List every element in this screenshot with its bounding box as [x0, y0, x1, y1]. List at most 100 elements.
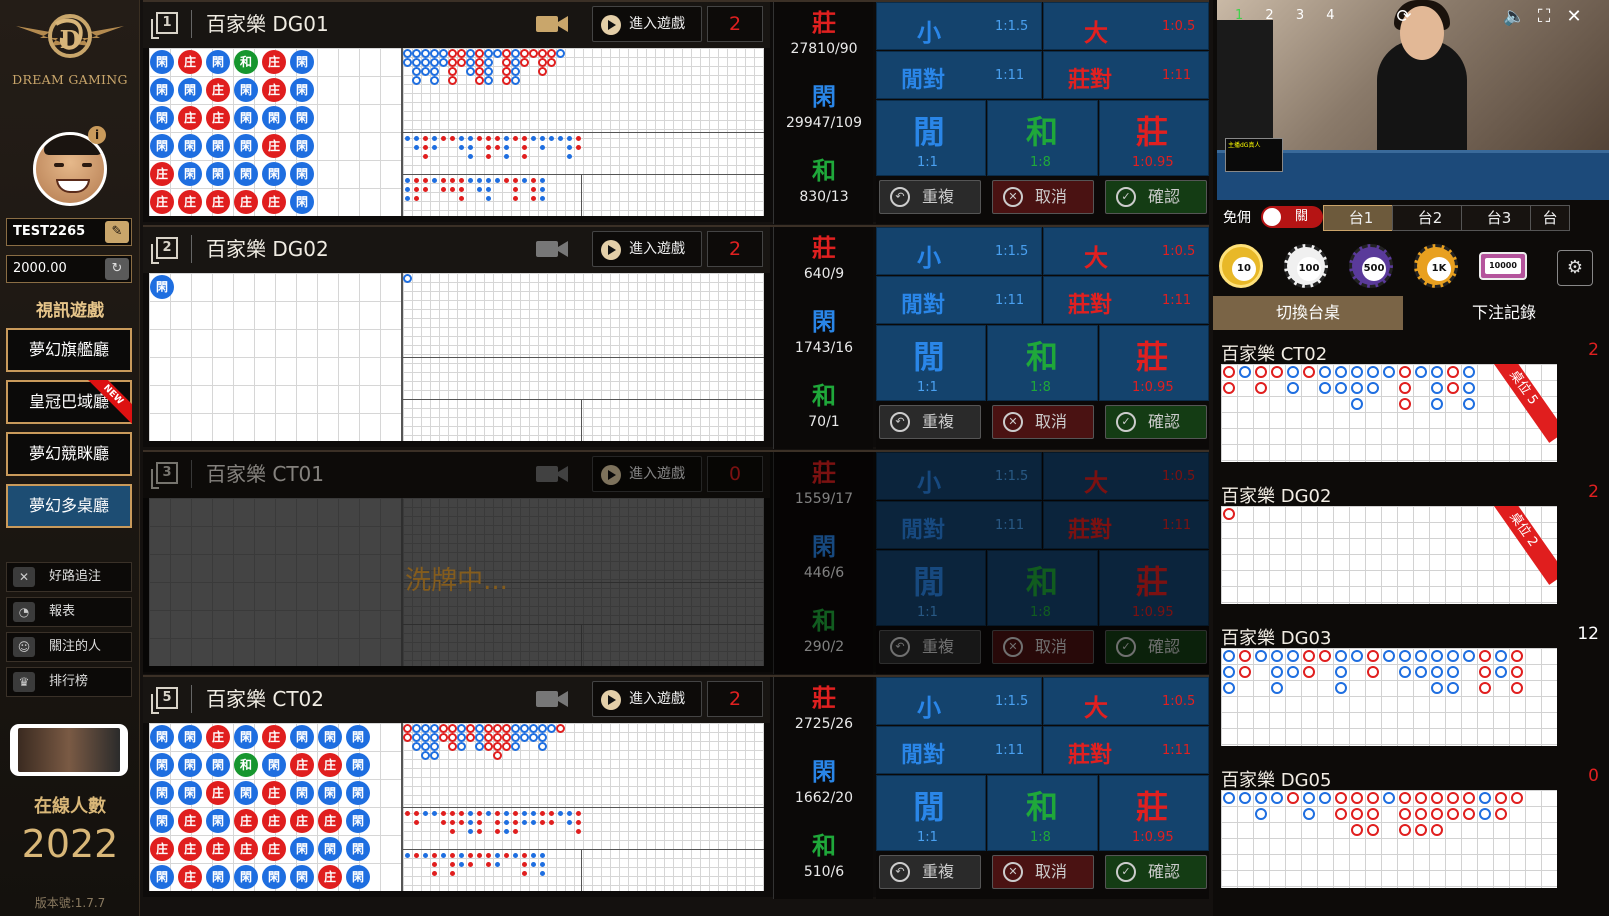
fullscreen-icon[interactable]: ⛶ — [1533, 6, 1555, 28]
table-card-4[interactable]: 百家樂 DG05 0 — [1217, 766, 1609, 894]
bet-player-pair[interactable]: 閒對 1:11 — [876, 726, 1042, 774]
bet-player[interactable]: 閒 1:1 — [876, 775, 986, 851]
confirm-button[interactable]: ✓ 確認 — [1105, 180, 1207, 214]
hall-button-1[interactable]: 夢幻旗艦廳 — [6, 328, 132, 372]
menu-item-3[interactable]: ☺ 關注的人 — [6, 632, 132, 662]
bet-small[interactable]: 小 1:1.5 — [876, 2, 1042, 50]
video-tab-4[interactable]: 4 — [1326, 8, 1334, 23]
table-card-2[interactable]: 百家樂 DG02 2 桌位 2 — [1217, 482, 1609, 610]
bet-player[interactable]: 閒 1:1 — [876, 100, 986, 176]
small-road-mark — [522, 145, 527, 150]
edit-pencil-icon[interactable]: ✎ — [105, 221, 129, 243]
video-tabs[interactable]: 1 2 3 4 — [1235, 8, 1353, 23]
enter-game-button[interactable]: 進入遊戲 — [592, 681, 702, 717]
rotate-icon[interactable]: ⟳ — [1393, 6, 1415, 28]
small-road-mark — [522, 136, 527, 141]
cancel-button[interactable]: ✕ 取消 — [992, 855, 1094, 889]
bet-banker[interactable]: 莊 1:0.95 — [1099, 100, 1209, 176]
commission-toggle[interactable]: 關 — [1261, 206, 1323, 228]
hall-button-3[interactable]: 夢幻競眯廳 — [6, 432, 132, 476]
chip-100[interactable]: 100 — [1284, 244, 1328, 288]
chip-1K[interactable]: 1K — [1414, 244, 1458, 288]
bet-banker-pair[interactable]: 莊對 1:11 — [1043, 276, 1209, 324]
bet-player-pair[interactable]: 閒對 1:11 — [876, 501, 1042, 549]
hall-button-2[interactable]: 皇冠巴域廳 NEW — [6, 380, 132, 424]
bet-player-pair[interactable]: 閒對 1:11 — [876, 51, 1042, 99]
bet-player[interactable]: 閒 1:1 — [876, 325, 986, 401]
bet-big[interactable]: 大 1:0.5 — [1043, 2, 1209, 50]
bead: 閑 — [318, 781, 342, 805]
bet-tie[interactable]: 和 1:8 — [987, 550, 1098, 626]
bet-banker[interactable]: 莊 1:0.95 — [1099, 550, 1209, 626]
table-row-2: 2 百家樂 DG02 進入遊戲 2 閑莊 640/9 閑 1743/16 和 70/1 小 1:1.5… — [143, 225, 1209, 449]
bet-tie[interactable]: 和 1:8 — [987, 100, 1098, 176]
bet-banker-pair[interactable]: 莊對 1:11 — [1043, 501, 1209, 549]
stat-banker-value: 2725/26 — [794, 716, 854, 732]
card-road-mark — [1431, 808, 1443, 820]
chip-settings-icon[interactable]: ⚙ — [1557, 250, 1593, 286]
confirm-button[interactable]: ✓ 確認 — [1105, 630, 1207, 664]
confirm-button[interactable]: ✓ 確認 — [1105, 855, 1207, 889]
bet-small[interactable]: 小 1:1.5 — [876, 227, 1042, 275]
table-tab-1[interactable]: 台1 — [1323, 205, 1399, 231]
bet-tie[interactable]: 和 1:8 — [987, 325, 1098, 401]
menu-item-1[interactable]: ✕ 好路追注 — [6, 562, 132, 592]
repeat-button[interactable]: ↶ 重複 — [879, 180, 981, 214]
close-icon[interactable]: ✕ — [1563, 6, 1585, 28]
table-card-1[interactable]: 百家樂 CT02 2 桌位 5 — [1217, 340, 1609, 468]
video-tab-1[interactable]: 1 — [1235, 8, 1243, 23]
repeat-button[interactable]: ↶ 重複 — [879, 405, 981, 439]
table-tab-3[interactable]: 台3 — [1461, 205, 1537, 231]
live-video[interactable]: 主播dG真人 1 2 3 4 ⟳ 🔈 ⛶ ✕ — [1217, 0, 1609, 200]
bet-banker[interactable]: 莊 1:0.95 — [1099, 325, 1209, 401]
cockroach-mark — [513, 853, 518, 858]
chip-value: 500 — [1362, 257, 1386, 281]
cancel-button[interactable]: ✕ 取消 — [992, 405, 1094, 439]
info-icon[interactable]: i — [88, 126, 106, 144]
hall-button-4[interactable]: 夢幻多桌廳 — [6, 484, 132, 528]
bet-player[interactable]: 閒 1:1 — [876, 550, 986, 626]
switch-table-tab[interactable]: 切換台桌 — [1213, 296, 1403, 330]
camera-icon[interactable] — [535, 464, 569, 484]
bet-banker-pair[interactable]: 莊對 1:11 — [1043, 51, 1209, 99]
bet-banker[interactable]: 莊 1:0.95 — [1099, 775, 1209, 851]
enter-game-button[interactable]: 進入遊戲 — [592, 231, 702, 267]
cockroach-mark — [504, 178, 509, 183]
cancel-button[interactable]: ✕ 取消 — [992, 180, 1094, 214]
small-road-mark — [522, 811, 527, 816]
bet-small[interactable]: 小 1:1.5 — [876, 677, 1042, 725]
camera-icon[interactable] — [535, 14, 569, 34]
table-tab-4[interactable]: 台 — [1530, 205, 1570, 231]
bet-banker-pair[interactable]: 莊對 1:11 — [1043, 726, 1209, 774]
bet-tie[interactable]: 和 1:8 — [987, 775, 1098, 851]
chip-10[interactable]: 10 — [1219, 244, 1263, 288]
enter-game-button[interactable]: 進入遊戲 — [592, 6, 702, 42]
bet-player-pair[interactable]: 閒對 1:11 — [876, 276, 1042, 324]
camera-icon[interactable] — [535, 239, 569, 259]
refresh-icon[interactable]: ↻ — [105, 258, 129, 280]
table-tab-2[interactable]: 台2 — [1392, 205, 1468, 231]
chip-500[interactable]: 500 — [1349, 244, 1393, 288]
menu-item-2[interactable]: ◔ 報表 — [6, 597, 132, 627]
volume-icon[interactable]: 🔈 — [1503, 6, 1525, 28]
bet-big[interactable]: 大 1:0.5 — [1043, 227, 1209, 275]
video-tab-3[interactable]: 3 — [1296, 8, 1304, 23]
dream-gaming-logo: D DREAM GAMING — [4, 8, 136, 94]
bet-small[interactable]: 小 1:1.5 — [876, 452, 1042, 500]
confirm-button[interactable]: ✓ 確認 — [1105, 405, 1207, 439]
chip-10000[interactable]: 10000 — [1479, 252, 1527, 280]
menu-item-4[interactable]: ♛ 排行榜 — [6, 667, 132, 697]
camera-icon[interactable] — [535, 689, 569, 709]
bet-big[interactable]: 大 1:0.5 — [1043, 452, 1209, 500]
repeat-button[interactable]: ↶ 重複 — [879, 630, 981, 664]
shuffle-status: 洗牌中... — [405, 566, 508, 596]
bet-big[interactable]: 大 1:0.5 — [1043, 677, 1209, 725]
table-card-3[interactable]: 百家樂 DG03 12 — [1217, 624, 1609, 752]
mobile-app-promo[interactable] — [10, 724, 128, 776]
bet-banker-pair-odds: 1:11 — [1162, 293, 1192, 308]
video-tab-2[interactable]: 2 — [1265, 8, 1273, 23]
bet-history-tab[interactable]: 下注記錄 — [1409, 296, 1599, 330]
repeat-button[interactable]: ↶ 重複 — [879, 855, 981, 889]
enter-game-button[interactable]: 進入遊戲 — [592, 456, 702, 492]
cancel-button[interactable]: ✕ 取消 — [992, 630, 1094, 664]
